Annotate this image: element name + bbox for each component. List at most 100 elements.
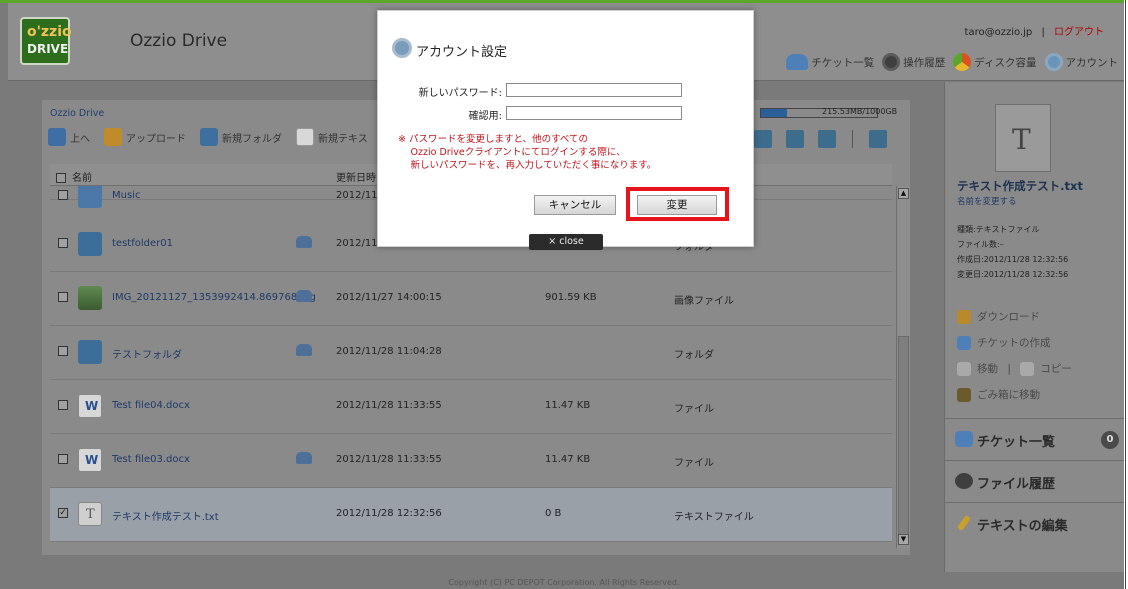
footer-copyright: Copyright (C) PC DEPOT Corporation. All … — [448, 578, 680, 587]
trash-icon — [957, 388, 971, 402]
image-filter-icon[interactable] — [754, 130, 772, 148]
file-size: 11.47 KB — [545, 454, 591, 465]
image-file-icon — [78, 286, 102, 310]
logout-link[interactable]: ログアウト — [1054, 27, 1104, 38]
shared-users-icon — [296, 290, 312, 302]
file-name[interactable]: testfolder01 — [112, 238, 173, 249]
move-action[interactable]: 移動 — [957, 362, 998, 376]
list-view-icon[interactable] — [869, 130, 887, 148]
document-filter-icon[interactable] — [818, 130, 836, 148]
rename-link[interactable]: 名前を変更する — [957, 195, 1017, 207]
table-row[interactable]: Test file04.docx 2012/11/28 11:33:55 11.47… — [50, 380, 892, 434]
table-row[interactable]: ✓ テキスト作成テスト.txt 2012/11/28 12:32:56 0 B テキスト… — [50, 488, 892, 542]
copy-action[interactable]: コピー — [1020, 362, 1072, 376]
clock-icon — [955, 473, 973, 489]
ticket-list-section[interactable]: チケット一覧 0 — [945, 418, 1125, 460]
scroll-up-icon[interactable]: ▲ — [898, 188, 909, 199]
nav-disk-capacity-label: ディスク容量 — [974, 56, 1037, 69]
up-button[interactable]: 上へ — [48, 128, 90, 146]
name-column-header[interactable]: 名前 — [56, 169, 92, 184]
row-checkbox[interactable]: ✓ — [58, 508, 68, 518]
text-file-icon — [78, 502, 102, 526]
logo-top-text: o'zzio — [27, 24, 72, 40]
file-type: フォルダ — [674, 350, 714, 361]
table-row[interactable]: Test file03.docx 2012/11/28 11:33:55 11.47… — [50, 434, 892, 488]
file-size: 11.47 KB — [545, 400, 591, 411]
dialog-title: アカウント設定 — [416, 45, 508, 60]
divider — [852, 130, 853, 148]
nav-disk-capacity[interactable]: ディスク容量 — [953, 53, 1037, 71]
actions-separator: | — [1007, 363, 1011, 375]
copy-label: コピー — [1040, 363, 1072, 375]
change-button[interactable]: 変更 — [637, 195, 717, 215]
download-icon — [957, 310, 971, 324]
row-checkbox[interactable] — [58, 454, 68, 464]
updated-date: 2012/11 — [336, 190, 378, 201]
file-name[interactable]: テストフォルダ — [112, 346, 182, 361]
nav-account[interactable]: アカウント — [1044, 53, 1118, 71]
upload-button[interactable]: アップロード — [104, 128, 186, 146]
file-metadata: 種類:テキストファイル ファイル数:– 作成日:2012/11/28 12:32… — [957, 222, 1068, 282]
new-text-button[interactable]: 新規テキス — [296, 128, 368, 146]
file-name[interactable]: テキスト作成テスト.txt — [112, 508, 219, 523]
table-row[interactable]: テストフォルダ 2012/11/28 11:04:28 フォルダ — [50, 326, 892, 380]
move-label: 移動 — [977, 363, 998, 375]
nav-ticket-list-label: チケット一覧 — [811, 56, 875, 69]
user-email: taro@ozzio.jp — [964, 27, 1033, 38]
people-icon — [786, 54, 809, 70]
upload-label: アップロード — [126, 133, 186, 145]
file-type: 画像ファイル — [674, 296, 734, 307]
confirm-password-field[interactable] — [506, 106, 682, 120]
meta-file-count: ファイル数:– — [957, 240, 1004, 249]
new-password-label: 新しいパスワード: — [418, 88, 502, 99]
download-label: ダウンロード — [977, 311, 1040, 323]
file-name[interactable]: Test file03.docx — [112, 454, 190, 465]
music-folder-icon — [78, 186, 102, 208]
nav-operation-history[interactable]: 操作履歴 — [882, 53, 945, 71]
copy-icon — [1020, 362, 1035, 376]
file-name[interactable]: Test file04.docx — [112, 400, 190, 411]
trash-action[interactable]: ごみ箱に移動 — [957, 382, 1072, 408]
pencil-icon — [956, 514, 972, 532]
cancel-button[interactable]: キャンセル — [534, 195, 616, 215]
up-label: 上へ — [70, 133, 90, 145]
nav-ticket-list[interactable]: チケット一覧 — [786, 54, 874, 70]
word-file-icon — [78, 448, 102, 472]
file-history-section[interactable]: ファイル履歴 — [945, 460, 1125, 502]
view-filter-icons — [754, 130, 887, 148]
edit-text-section[interactable]: テキストの編集 — [945, 502, 1125, 544]
row-checkbox[interactable] — [58, 346, 68, 356]
scrollbar-thumb[interactable] — [898, 336, 909, 536]
confirm-password-label: 確認用: — [468, 111, 502, 122]
file-list-scrollbar[interactable]: ▲ ▼ — [896, 186, 910, 548]
word-file-icon — [78, 394, 102, 418]
ticket-icon — [957, 336, 971, 350]
file-name[interactable]: Music — [112, 190, 140, 201]
scroll-down-icon[interactable]: ▼ — [898, 534, 909, 545]
user-box: taro@ozzio.jp | ログアウト — [965, 23, 1104, 38]
file-name[interactable]: IMG_20121127_1353992414.869768.jpg — [112, 292, 316, 303]
file-history-section-label: ファイル履歴 — [977, 477, 1056, 492]
row-checkbox[interactable] — [58, 400, 68, 410]
gear-icon — [392, 38, 412, 58]
file-size: 0 B — [545, 508, 562, 519]
new-folder-button[interactable]: 新規フォルダ — [200, 128, 282, 146]
shared-users-icon — [296, 452, 312, 464]
close-button[interactable]: × close — [529, 234, 603, 250]
password-change-note: ※ パスワードを変更しますと、他のすべての Ozzio Driveクライアントに… — [398, 134, 657, 171]
breadcrumb[interactable]: Ozzio Drive — [50, 108, 104, 119]
table-row[interactable]: IMG_20121127_1353992414.869768.jpg 2012/1… — [50, 272, 892, 326]
trash-label: ごみ箱に移動 — [977, 389, 1040, 401]
row-checkbox[interactable] — [58, 292, 68, 302]
updated-column-header[interactable]: 更新日時 — [336, 169, 376, 184]
user-separator: | — [1041, 27, 1045, 38]
row-checkbox[interactable] — [58, 190, 68, 200]
create-ticket-action[interactable]: チケットの作成 — [957, 330, 1072, 356]
new-password-field[interactable] — [506, 83, 682, 97]
row-checkbox[interactable] — [58, 238, 68, 248]
download-action[interactable]: ダウンロード — [957, 304, 1072, 330]
music-filter-icon[interactable] — [786, 130, 804, 148]
select-all-checkbox[interactable] — [56, 173, 66, 183]
brand-logo[interactable]: o'zzio DRIVE — [20, 17, 72, 65]
meta-modified: 変更日:2012/11/28 12:32:56 — [957, 270, 1069, 279]
